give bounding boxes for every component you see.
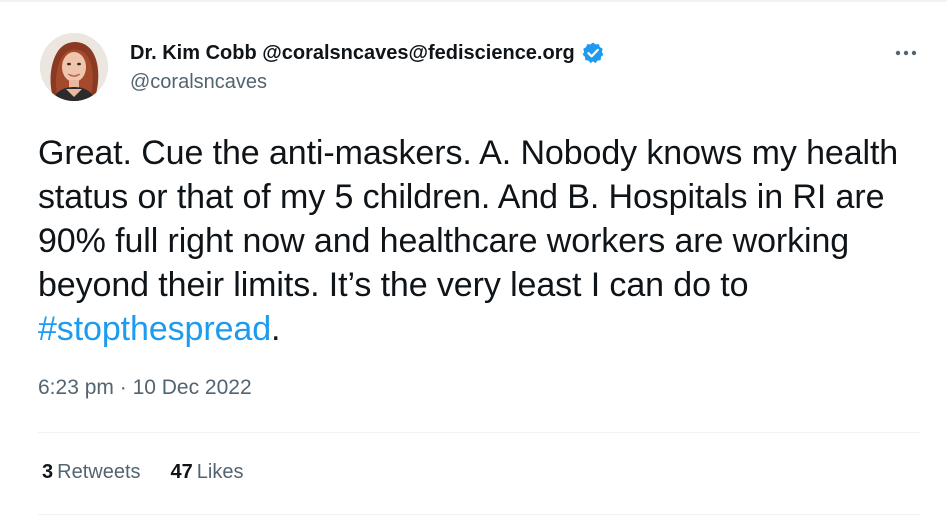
avatar[interactable] [40,33,108,101]
avatar-image [40,33,108,101]
author-display-name-text: Dr. Kim Cobb @coralsncaves@fediscience.o… [130,41,575,64]
divider-top [38,432,920,433]
more-horizontal-icon [895,50,917,56]
author-display-name[interactable]: Dr. Kim Cobb @coralsncaves@fediscience.o… [130,40,605,66]
retweets-label: Retweets [57,461,141,483]
likes-count: 47 [170,461,193,483]
retweets-stat[interactable]: 3 Retweets [42,461,141,484]
author-handle[interactable]: @coralsncaves [130,71,267,94]
tweet-card: Dr. Kim Cobb @coralsncaves@fediscience.o… [0,0,947,525]
tweet-date[interactable]: 10 Dec 2022 [133,376,252,399]
engagement-stats: 3 Retweets 47 Likes [42,461,243,484]
tweet-text-main: Great. Cue the anti-maskers. A. Nobody k… [38,134,899,304]
tweet-time[interactable]: 6:23 pm [38,376,114,399]
likes-stat[interactable]: 47 Likes [171,461,244,484]
verified-badge-icon [581,41,605,65]
tweet-text-end: . [271,310,281,348]
hashtag-link[interactable]: #stopthespread [38,310,271,348]
timestamp: 6:23 pm · 10 Dec 2022 [38,376,252,400]
timestamp-separator: · [113,376,133,399]
divider-bottom [38,514,920,515]
tweet-body: Great. Cue the anti-maskers. A. Nobody k… [38,131,918,351]
more-options-button[interactable] [886,38,926,68]
retweets-count: 3 [42,461,54,483]
top-divider [0,0,947,2]
likes-label: Likes [196,461,244,483]
